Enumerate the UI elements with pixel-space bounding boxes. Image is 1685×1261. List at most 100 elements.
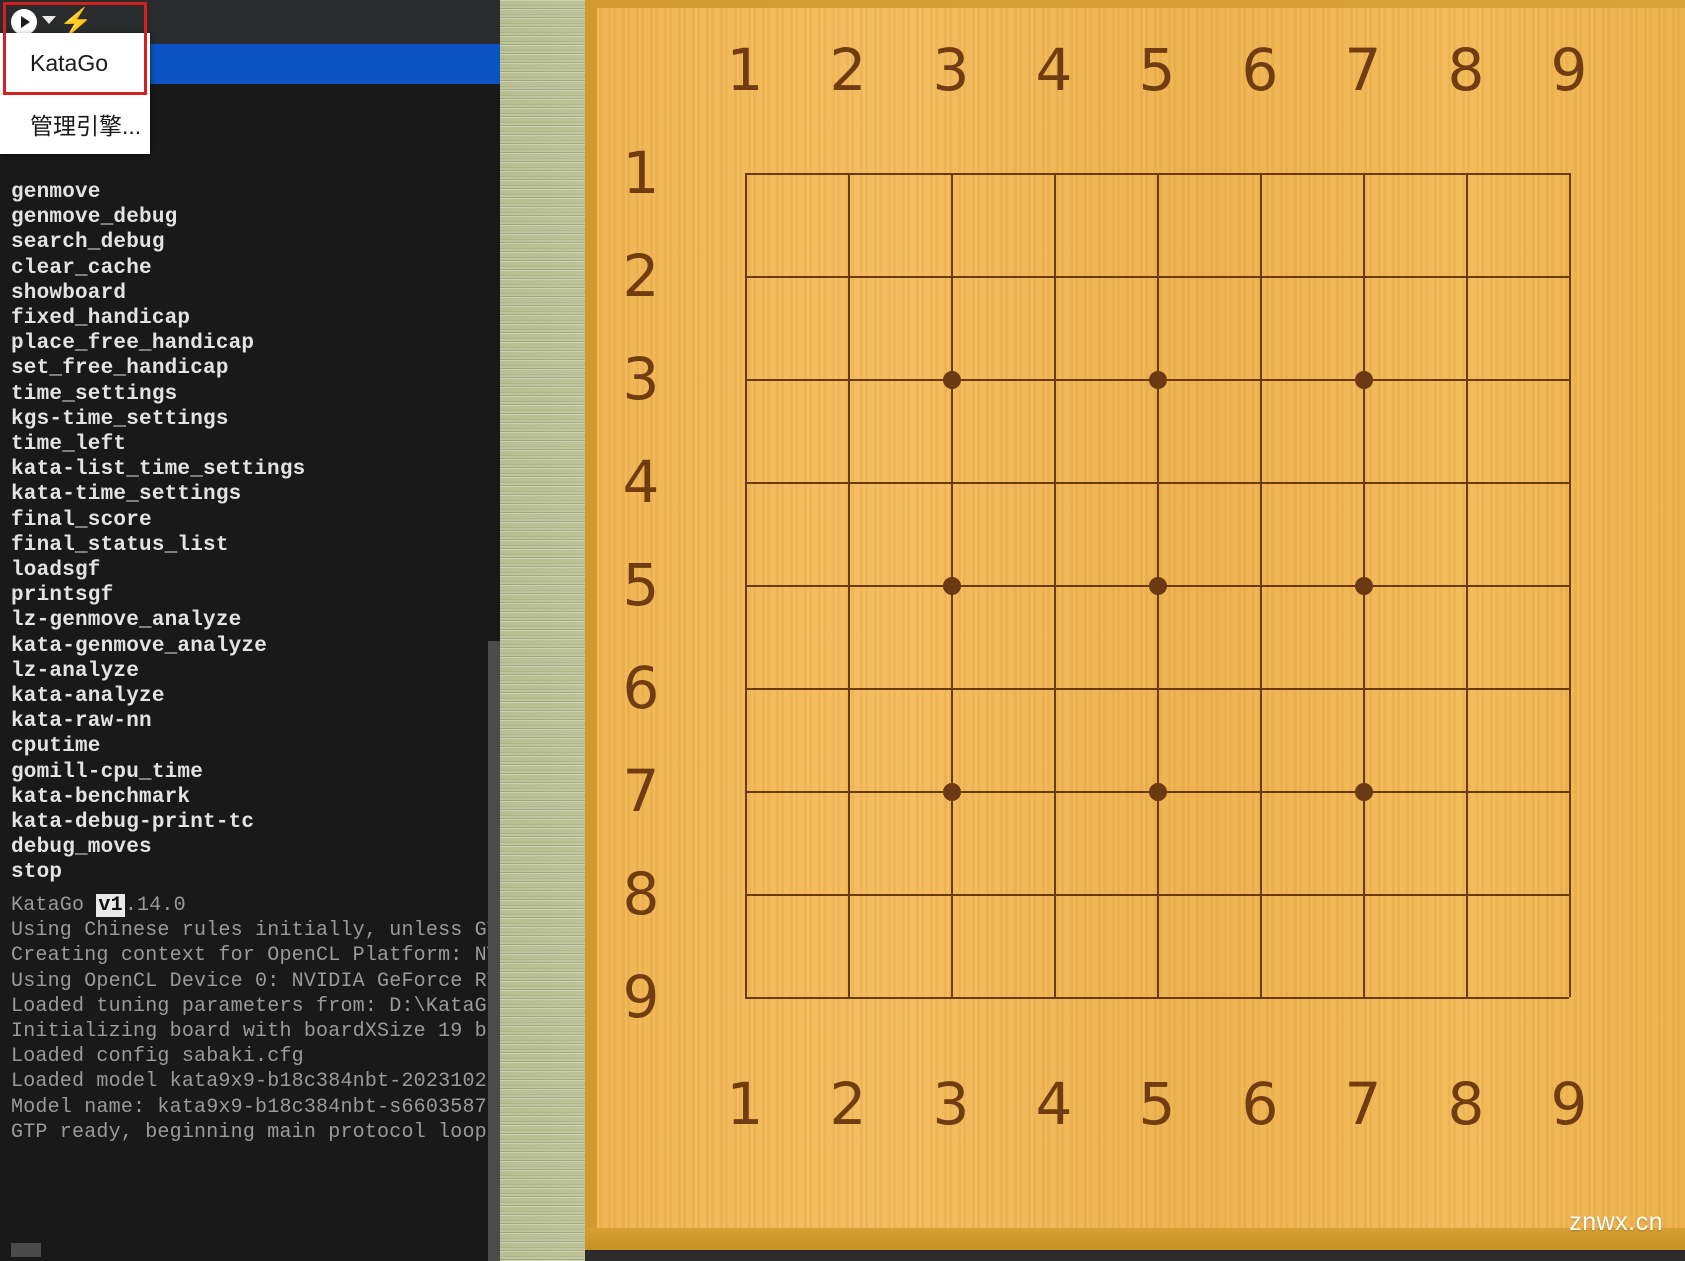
board-coord-top: 6 (1241, 36, 1279, 104)
board-star-point (943, 577, 961, 595)
board-grid-line-vertical (745, 173, 747, 997)
log-line: Initializing board with boardXSize 19 bo… (11, 1020, 500, 1044)
board-coord-left: 4 (622, 448, 660, 516)
board-coord-top: 3 (932, 36, 970, 104)
board-coord-bottom: 3 (932, 1070, 970, 1138)
board-grid-line-vertical (1466, 173, 1468, 997)
board-coord-top: 5 (1138, 36, 1176, 104)
gtp-command-item[interactable]: final_score (0, 508, 500, 533)
log-line: Using OpenCL Device 0: NVIDIA GeForce RT… (11, 969, 500, 993)
gtp-console-panel: ⚡ genmove genmove_debug search_debug clear_… (0, 0, 500, 1261)
board-star-point (1149, 371, 1167, 389)
board-grid-line-vertical (848, 173, 850, 997)
console-scrollbar-thumb[interactable] (488, 641, 500, 1261)
window-bottom-strip (585, 1250, 1685, 1261)
board-coord-left: 8 (622, 860, 660, 928)
board-star-point (1149, 577, 1167, 595)
gtp-command-item[interactable]: kata-raw-nn (0, 709, 500, 734)
gtp-command-item[interactable]: clear_cache (0, 256, 500, 281)
board-grid-line-vertical (1569, 173, 1571, 997)
gtp-command-item[interactable]: search_debug (0, 230, 500, 255)
go-board-surface[interactable]: 123456789123456789123456789 (597, 8, 1685, 1248)
board-star-point (1149, 783, 1167, 801)
play-circle-bg (11, 9, 37, 35)
log-text: KataGo (11, 894, 97, 917)
engine-log-output: KataGo v1.14.0 Using Chinese rules initia… (0, 893, 500, 1145)
gtp-command-item[interactable]: kata-debug-print-tc (0, 810, 500, 835)
gtp-command-item[interactable]: place_free_handicap (0, 331, 500, 356)
gtp-command-item[interactable]: stop (0, 860, 500, 885)
board-coord-top: 7 (1344, 36, 1382, 104)
board-grid-line-vertical (1260, 173, 1262, 997)
board-coord-bottom: 8 (1447, 1070, 1485, 1138)
gtp-command-item[interactable]: printsgf (0, 583, 500, 608)
board-coord-bottom: 9 (1550, 1070, 1588, 1138)
gtp-command-item[interactable]: final_status_list (0, 533, 500, 558)
board-star-point (943, 783, 961, 801)
board-coord-left: 1 (622, 139, 660, 207)
gtp-command-item[interactable]: genmove_debug (0, 205, 500, 230)
gtp-command-item[interactable]: kata-benchmark (0, 785, 500, 810)
engine-menu-item[interactable]: 管理引擎... (0, 94, 150, 154)
board-star-point (1355, 783, 1373, 801)
console-scrollbar[interactable] (488, 0, 500, 1261)
board-coord-top: 2 (829, 36, 867, 104)
board-coord-left: 9 (622, 963, 660, 1031)
board-coord-left: 7 (622, 757, 660, 825)
board-coord-top: 9 (1550, 36, 1588, 104)
gtp-command-item[interactable]: fixed_handicap (0, 306, 500, 331)
board-coord-left: 6 (622, 654, 660, 722)
gtp-command-item[interactable]: set_free_handicap (0, 356, 500, 381)
log-line: Loaded model kata9x9-b18c384nbt-20231025… (11, 1070, 500, 1094)
board-grid-line-horizontal (745, 997, 1569, 999)
board-coord-bottom: 6 (1241, 1070, 1279, 1138)
board-grid-line-vertical (1054, 173, 1056, 997)
log-text: .14.0 (124, 894, 186, 917)
board-coord-top: 8 (1447, 36, 1485, 104)
play-triangle (21, 16, 30, 28)
gtp-command-item[interactable]: time_settings (0, 382, 500, 407)
board-coord-top: 1 (726, 36, 764, 104)
go-board-bottom-edge (585, 1228, 1685, 1250)
log-line: GTP ready, beginning main protocol loop (11, 1120, 487, 1144)
board-star-point (1355, 577, 1373, 595)
gtp-command-item[interactable]: genmove (0, 180, 500, 205)
board-coord-bottom: 7 (1344, 1070, 1382, 1138)
log-line: Using Chinese rules initially, unless GT… (11, 919, 500, 943)
gtp-command-item[interactable]: kgs-time_settings (0, 407, 500, 432)
board-coord-left: 5 (622, 551, 660, 619)
engine-dropdown-menu[interactable]: KataGo 管理引擎... (0, 33, 150, 154)
board-coord-bottom: 1 (726, 1070, 764, 1138)
log-line: Loaded tuning parameters from: D:\KataGo… (11, 994, 500, 1018)
board-coord-bottom: 4 (1035, 1070, 1073, 1138)
gtp-command-item[interactable]: lz-analyze (0, 659, 500, 684)
board-coord-left: 3 (622, 345, 660, 413)
log-line: Creating context for OpenCL Platform: NV… (11, 944, 500, 968)
log-line: KataGo v1.14.0 (0, 893, 500, 918)
board-coord-top: 4 (1035, 36, 1073, 104)
chevron-down-icon[interactable] (42, 16, 56, 24)
board-star-point (943, 371, 961, 389)
terminal-cursor (11, 1243, 41, 1257)
gtp-command-item[interactable]: time_left (0, 432, 500, 457)
gtp-command-item[interactable]: kata-list_time_settings (0, 457, 500, 482)
board-coord-bottom: 2 (829, 1070, 867, 1138)
gtp-command-item[interactable]: cputime (0, 734, 500, 759)
board-coord-bottom: 5 (1138, 1070, 1176, 1138)
gtp-command-item[interactable]: showboard (0, 281, 500, 306)
gtp-command-item[interactable]: kata-time_settings (0, 482, 500, 507)
engine-menu-item[interactable]: KataGo (0, 33, 150, 93)
gtp-command-item[interactable]: kata-analyze (0, 684, 500, 709)
board-coord-left: 2 (622, 242, 660, 310)
gtp-command-item[interactable]: kata-genmove_analyze (0, 634, 500, 659)
gtp-command-item[interactable]: lz-genmove_analyze (0, 608, 500, 633)
board-star-point (1355, 371, 1373, 389)
gtp-command-list: genmove genmove_debug search_debug clear_ca… (0, 180, 500, 886)
gtp-command-item[interactable]: loadsgf (0, 558, 500, 583)
log-line: Model name: kata9x9-b18c384nbt-s66035878… (11, 1095, 500, 1119)
gtp-command-item[interactable]: gomill-cpu_time (0, 760, 500, 785)
log-highlight: v1 (96, 894, 125, 917)
gtp-command-item[interactable]: debug_moves (0, 835, 500, 860)
watermark-label: znwx.cn (1569, 1208, 1663, 1236)
log-line: Loaded config sabaki.cfg (11, 1045, 304, 1069)
